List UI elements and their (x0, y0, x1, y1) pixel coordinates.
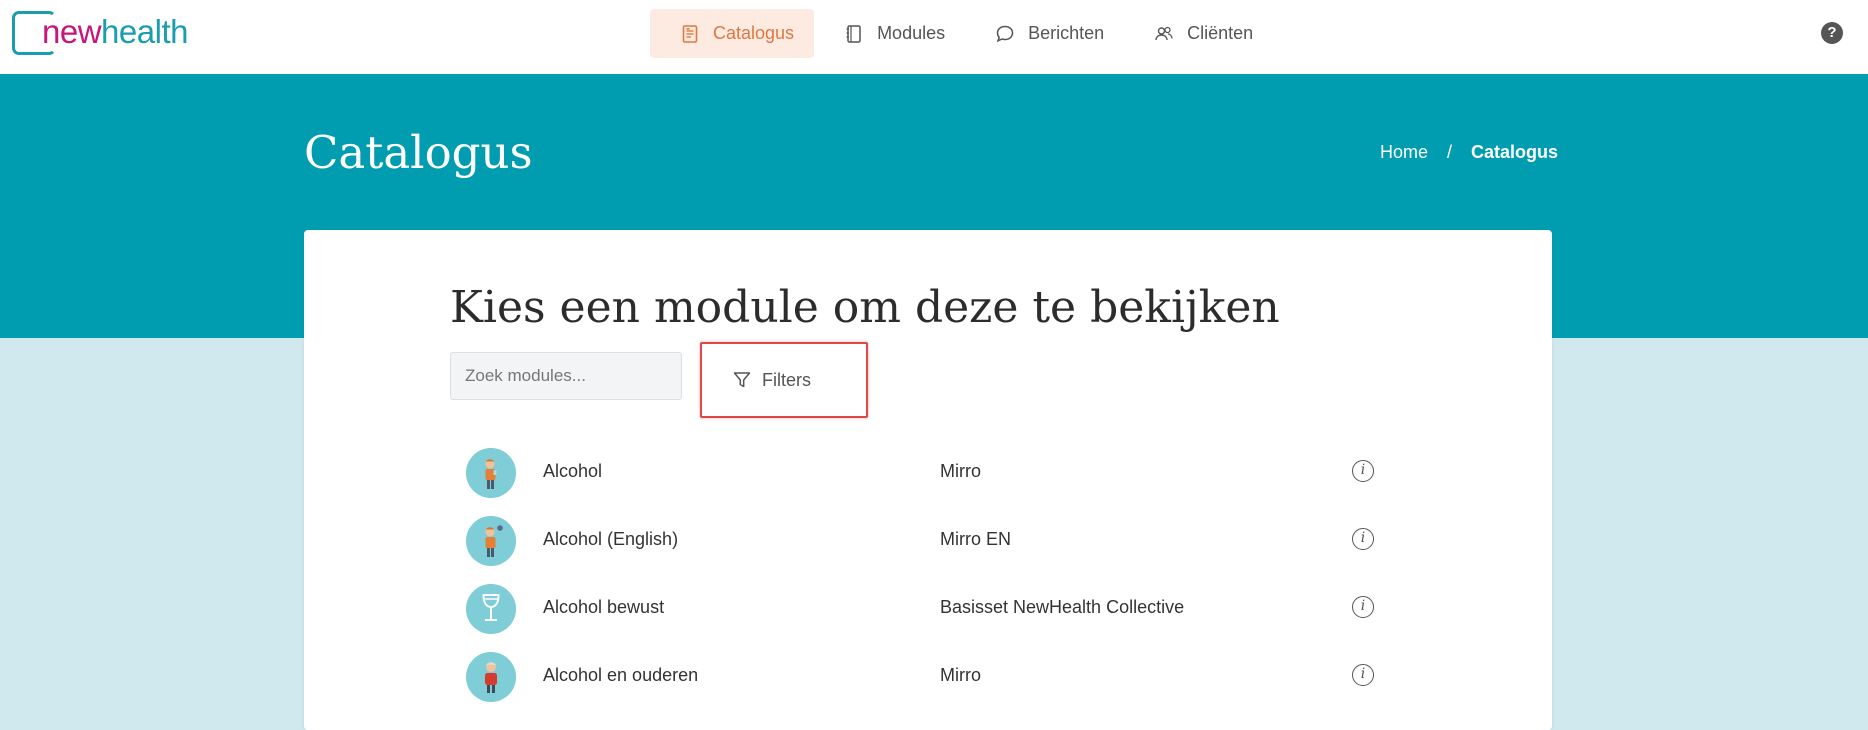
users-icon (1154, 24, 1174, 44)
module-owner: Mirro (940, 665, 981, 685)
list-item[interactable]: Alcohol en ouderen Mirro i (466, 646, 1386, 714)
module-name: Alcohol en ouderen (543, 665, 699, 685)
help-icon[interactable]: ? (1821, 22, 1843, 44)
nav-item-catalogus[interactable]: Catalogus (650, 9, 815, 58)
breadcrumb: Home / Catalogus (1380, 142, 1558, 163)
breadcrumb-home-link[interactable]: Home (1380, 142, 1428, 163)
nav-label: Modules (877, 23, 946, 43)
list-item[interactable]: Alcohol bewust Basisset NewHealth Collec… (466, 578, 1386, 646)
nav-item-berichten[interactable]: Berichten (965, 9, 1124, 58)
logo-text-new: new (42, 13, 102, 50)
filter-icon (733, 372, 751, 388)
logo-text-health: health (101, 13, 188, 50)
top-navigation-bar: newhealth Catalogus Modules Berichten Cl… (0, 0, 1868, 75)
filters-button[interactable]: Filters (700, 342, 868, 418)
module-owner: Basisset NewHealth Collective (940, 597, 1185, 617)
logo-text: newhealth (42, 13, 188, 51)
nav-label: Catalogus (713, 23, 795, 43)
filters-label: Filters (762, 369, 811, 390)
catalog-heading: Kies een module om deze te bekijken (450, 282, 1280, 333)
module-owner: Mirro EN (940, 529, 1011, 549)
person-drinking-icon (466, 516, 516, 566)
nav-item-clienten[interactable]: Cliënten (1124, 9, 1273, 58)
nav-label: Berichten (1028, 23, 1105, 43)
info-icon[interactable]: i (1352, 596, 1374, 618)
page-title: Catalogus (304, 126, 533, 179)
wine-glass-icon (466, 584, 516, 634)
nav-label: Cliënten (1187, 23, 1254, 43)
module-name: Alcohol (English) (543, 529, 679, 549)
module-owner: Mirro (940, 461, 981, 481)
info-icon[interactable]: i (1352, 528, 1374, 550)
info-icon[interactable]: i (1352, 460, 1374, 482)
nav-item-modules[interactable]: Modules (814, 9, 965, 58)
module-list: Alcohol Mirro i Alcohol (English) Mirro … (466, 442, 1386, 714)
list-item[interactable]: Alcohol (English) Mirro EN i (466, 510, 1386, 578)
module-name: Alcohol (543, 461, 603, 481)
elderly-person-icon (466, 652, 516, 702)
breadcrumb-current: Catalogus (1471, 142, 1559, 162)
info-icon[interactable]: i (1352, 664, 1374, 686)
document-icon (680, 24, 700, 44)
notebook-icon (844, 24, 864, 44)
breadcrumb-separator: / (1447, 142, 1453, 162)
search-input[interactable] (450, 352, 682, 400)
main-nav: Catalogus Modules Berichten Cliënten (650, 9, 1273, 58)
module-name: Alcohol bewust (543, 597, 665, 617)
list-item[interactable]: Alcohol Mirro i (466, 442, 1386, 510)
person-drinking-icon (466, 448, 516, 498)
chat-bubble-icon (995, 24, 1015, 44)
newhealth-logo[interactable]: newhealth (12, 11, 212, 59)
catalog-card: Kies een module om deze te bekijken Filt… (304, 230, 1552, 730)
